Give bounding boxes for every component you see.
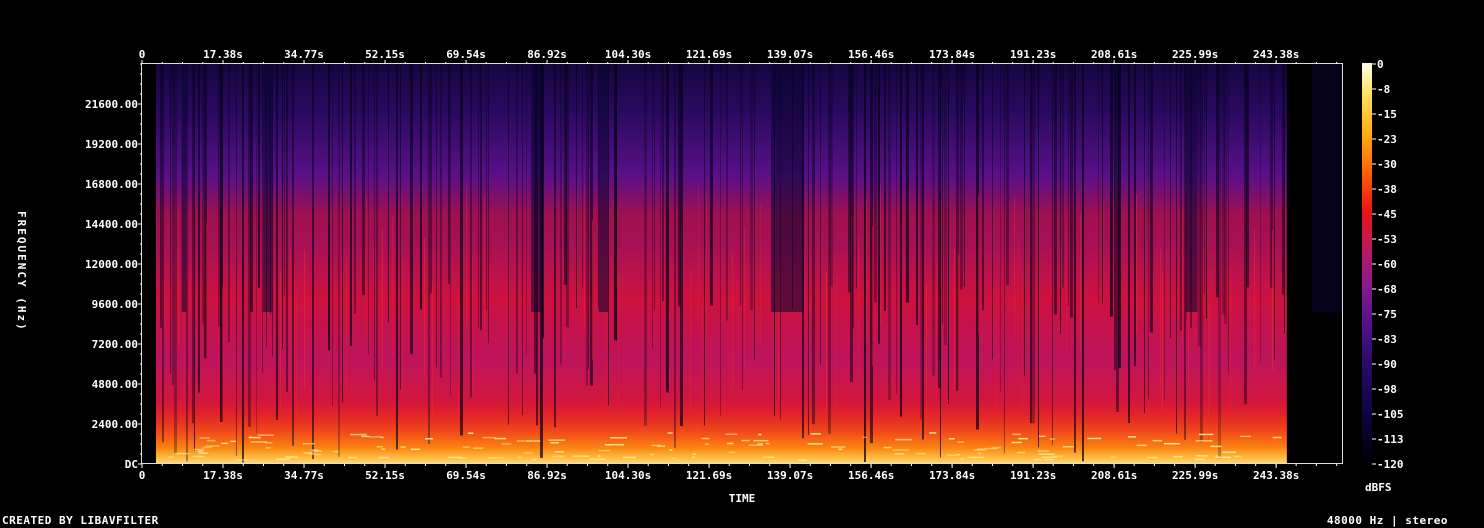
y-tick-label: DC (125, 458, 138, 471)
x-tick-label-top: 121.69s (686, 48, 732, 61)
colorbar-tick-label: -15 (1377, 108, 1397, 121)
x-tick-label-bottom: 243.38s (1253, 469, 1299, 482)
colorbar-tick-label: -68 (1377, 283, 1397, 296)
footer-credit: CREATED BY LIBAVFILTER (2, 514, 159, 527)
y-tick-label: 9600.00 (92, 298, 138, 311)
colorbar-tick-label: -60 (1377, 258, 1397, 271)
y-axis: DC 2400.00 4800.00 7200.00 9600.00 12000.00 14… (85, 63, 142, 471)
y-tick-label: 19200.00 (85, 138, 138, 151)
x-tick-label-top: 104.30s (605, 48, 651, 61)
y-tick-label: 12000.00 (85, 258, 138, 271)
colorbar-tick-label: -75 (1377, 308, 1397, 321)
x-tick-label-bottom: 191.23s (1010, 469, 1056, 482)
y-tick-label: 4800.00 (92, 378, 138, 391)
colorbar-tick-label: -98 (1377, 383, 1397, 396)
spectrogram-chart: 0 17.38s 34.77s 52.15s 69.54s 86.92s 104.30s 12… (85, 48, 1404, 505)
colorbar-tick-label: -45 (1377, 208, 1397, 221)
x-tick-label-top: 34.77s (284, 48, 324, 61)
colorbar-tick-label: -23 (1377, 133, 1397, 146)
x-tick-label-top: 173.84s (929, 48, 975, 61)
x-tick-label-top: 17.38s (203, 48, 243, 61)
x-axis-bottom: 0 17.38s 34.77s 52.15s 69.54s 86.92s 104.30s 12… (139, 464, 1338, 482)
y-tick-label: 7200.00 (92, 338, 138, 351)
colorbar-tick-label: -105 (1377, 408, 1404, 421)
x-tick-label-bottom: 104.30s (605, 469, 651, 482)
colorbar-tick-label: -120 (1377, 458, 1404, 471)
colorbar-tick-label: -90 (1377, 358, 1397, 371)
x-tick-label-bottom: 52.15s (365, 469, 405, 482)
x-tick-label-top: 225.99s (1172, 48, 1218, 61)
x-tick-label-top: 156.46s (848, 48, 894, 61)
y-tick-label: 21600.00 (85, 98, 138, 111)
x-tick-label-bottom: 17.38s (203, 469, 243, 482)
colorbar-ticks: 0 -8 -15 -23 -30 -38 -45 -53 -60 -68 -75 -83 -90 -98 -… (1372, 58, 1404, 471)
y-tick-label: 14400.00 (85, 218, 138, 231)
colorbar-label: dBFS (1365, 481, 1392, 494)
plot-area (142, 64, 1342, 464)
x-tick-label-bottom: 121.69s (686, 469, 732, 482)
x-tick-label-bottom: 86.92s (527, 469, 567, 482)
colorbar-tick-label: -8 (1377, 83, 1390, 96)
x-tick-label-bottom: 208.61s (1091, 469, 1137, 482)
colorbar-tick-label: -113 (1377, 433, 1404, 446)
x-tick-label-top: 0 (139, 48, 146, 61)
colorbar-tick-label: -30 (1377, 158, 1397, 171)
x-tick-label-bottom: 139.07s (767, 469, 813, 482)
x-axis-top: 0 17.38s 34.77s 52.15s 69.54s 86.92s 104.30s 12… (139, 48, 1338, 64)
x-tick-label-bottom: 173.84s (929, 469, 975, 482)
x-tick-label-bottom: 34.77s (284, 469, 324, 482)
x-tick-label-bottom: 225.99s (1172, 469, 1218, 482)
x-tick-label-top: 86.92s (527, 48, 567, 61)
x-tick-label-top: 191.23s (1010, 48, 1056, 61)
x-tick-label-bottom: 0 (139, 469, 146, 482)
x-tick-label-top: 52.15s (365, 48, 405, 61)
colorbar-tick-label: -38 (1377, 183, 1397, 196)
x-tick-label-top: 208.61s (1091, 48, 1137, 61)
y-axis-label: FREQUENCY (Hz) (15, 211, 28, 332)
x-tick-label-bottom: 69.54s (446, 469, 486, 482)
footer-sample-info: 48000 Hz | stereo (1326, 514, 1448, 527)
x-tick-label-bottom: 156.46s (848, 469, 894, 482)
y-tick-label: 16800.00 (85, 178, 138, 191)
y-tick-label: 2400.00 (92, 418, 138, 431)
colorbar (1362, 63, 1372, 464)
x-tick-label-top: 139.07s (767, 48, 813, 61)
colorbar-tick-label: -83 (1377, 333, 1397, 346)
x-axis-label: TIME (729, 492, 756, 505)
colorbar-tick-label: -53 (1377, 233, 1397, 246)
x-tick-label-top: 69.54s (446, 48, 486, 61)
colorbar-tick-label: 0 (1377, 58, 1384, 71)
x-tick-label-top: 243.38s (1253, 48, 1299, 61)
